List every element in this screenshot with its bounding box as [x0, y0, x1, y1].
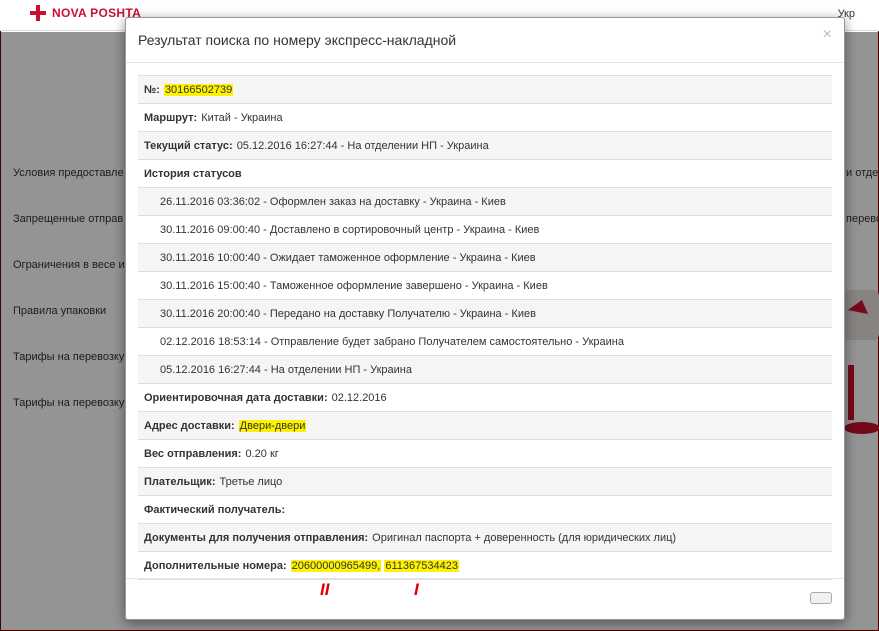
row-number: №: 30166502739 — [138, 76, 832, 104]
history-item: 30.11.2016 09:00:40 - Доставлено в сорти… — [138, 216, 832, 244]
route-label: Маршрут: — [144, 111, 198, 124]
row-current-status: Текущий статус: 05.12.2016 16:27:44 - На… — [138, 132, 832, 160]
history-item: 30.11.2016 20:00:40 - Передано на достав… — [138, 300, 832, 328]
modal-title: Результат поиска по номеру экспресс-накл… — [138, 32, 457, 48]
extra-number-2: 611367534423 — [384, 559, 459, 572]
annotation-mark-2: II — [320, 580, 330, 599]
eta-value: 02.12.2016 — [331, 391, 387, 404]
row-weight: Вес отправления: 0.20 кг — [138, 440, 832, 468]
row-extra-numbers: Дополнительные номера: 20600000965499, 6… — [138, 552, 832, 580]
extra-number-1: 20600000965499, — [290, 559, 382, 572]
history-item: 30.11.2016 15:00:40 - Таможенное оформле… — [138, 272, 832, 300]
row-address: Адрес доставки: Двери-двери — [138, 412, 832, 440]
row-recipient: Фактический получатель: — [138, 496, 832, 524]
status-value: 05.12.2016 16:27:44 - На отделении НП - … — [236, 139, 489, 152]
history-item: 26.11.2016 03:36:02 - Оформлен заказ на … — [138, 188, 832, 216]
history-label: История статусов — [144, 167, 242, 180]
history-item: 05.12.2016 16:27:44 - На отделении НП - … — [138, 356, 832, 384]
annotation-mark-1: I — [414, 580, 419, 599]
row-history-header: История статусов — [138, 160, 832, 188]
weight-value: 0.20 кг — [245, 447, 279, 460]
row-documents: Документы для получения отправления: Ори… — [138, 524, 832, 552]
route-value: Китай - Украина — [201, 111, 283, 124]
close-icon[interactable]: × — [823, 27, 832, 43]
nova-poshta-logo-icon — [30, 5, 46, 21]
number-label: №: — [144, 83, 160, 96]
recipient-label: Фактический получатель: — [144, 503, 286, 516]
extra-numbers-label: Дополнительные номера: — [144, 559, 287, 572]
tracking-result-modal: Результат поиска по номеру экспресс-накл… — [125, 17, 845, 620]
history-item: 30.11.2016 10:00:40 - Ожидает таможенное… — [138, 244, 832, 272]
row-route: Маршрут: Китай - Украина — [138, 104, 832, 132]
eta-label: Ориентировочная дата доставки: — [144, 391, 328, 404]
payer-value: Третье лицо — [219, 475, 283, 488]
tracking-details-table: №: 30166502739 Маршрут: Китай - Украина … — [138, 75, 832, 580]
address-label: Адрес доставки: — [144, 419, 235, 432]
documents-value: Оригинал паспорта + доверенность (для юр… — [372, 531, 677, 544]
close-button[interactable] — [810, 592, 832, 604]
address-value: Двери-двери — [238, 419, 307, 432]
status-label: Текущий статус: — [144, 139, 233, 152]
payer-label: Плательщик: — [144, 475, 216, 488]
row-eta: Ориентировочная дата доставки: 02.12.201… — [138, 384, 832, 412]
modal-footer — [126, 578, 844, 619]
weight-label: Вес отправления: — [144, 447, 242, 460]
row-payer: Плательщик: Третье лицо — [138, 468, 832, 496]
modal-header: Результат поиска по номеру экспресс-накл… — [126, 18, 844, 63]
history-item: 02.12.2016 18:53:14 - Отправление будет … — [138, 328, 832, 356]
tracking-number: 30166502739 — [163, 83, 234, 96]
documents-label: Документы для получения отправления: — [144, 531, 369, 544]
